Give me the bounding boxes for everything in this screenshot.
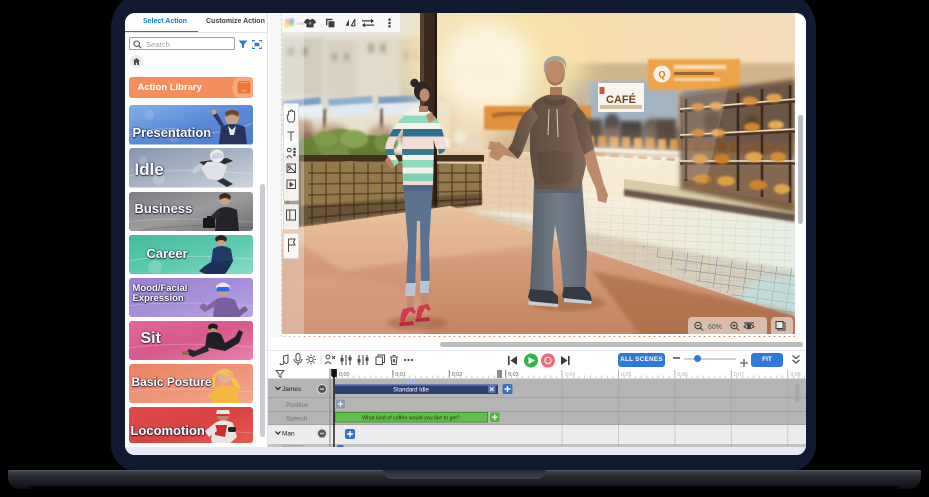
- svg-text:Position: Position: [286, 402, 309, 409]
- svg-text:James: James: [282, 386, 302, 393]
- svg-text:Standard Idle: Standard Idle: [393, 387, 429, 393]
- svg-text:Q: Q: [658, 70, 665, 80]
- svg-text:CAFÉ: CAFÉ: [606, 93, 636, 106]
- svg-text:Man: Man: [282, 430, 295, 437]
- svg-text:met: met: [297, 21, 305, 26]
- svg-text:Speech: Speech: [286, 415, 308, 422]
- svg-text:60%: 60%: [708, 324, 722, 331]
- svg-text:What kind of coffee would you: What kind of coffee would you like to ge…: [362, 415, 460, 421]
